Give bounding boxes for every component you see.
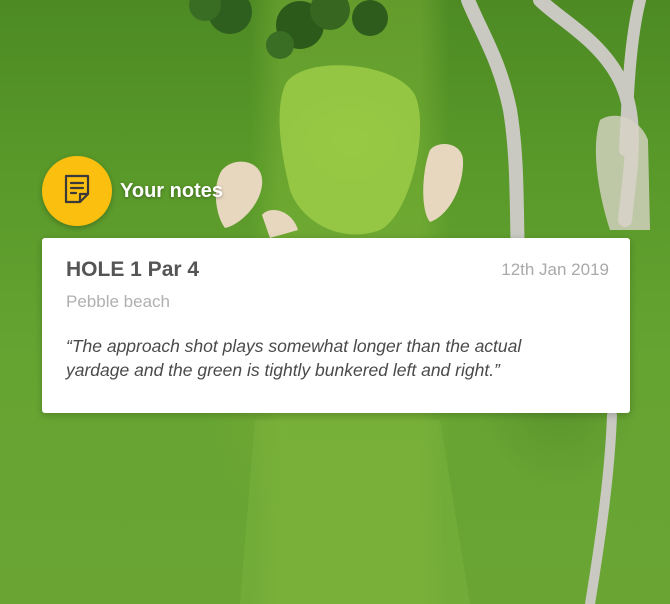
note-text: “The approach shot plays somewhat longer… (66, 336, 522, 380)
note-card[interactable]: HOLE 1 Par 4 12th Jan 2019 Pebble beach … (42, 238, 630, 413)
course-name: Pebble beach (66, 292, 170, 311)
notes-icon (60, 172, 94, 211)
note-date: 12th Jan 2019 (501, 260, 609, 279)
notes-header: Your notes (42, 156, 223, 226)
notes-title: Your notes (120, 179, 223, 202)
notes-badge[interactable] (42, 156, 112, 226)
hole-title: HOLE 1 Par 4 (66, 258, 200, 281)
